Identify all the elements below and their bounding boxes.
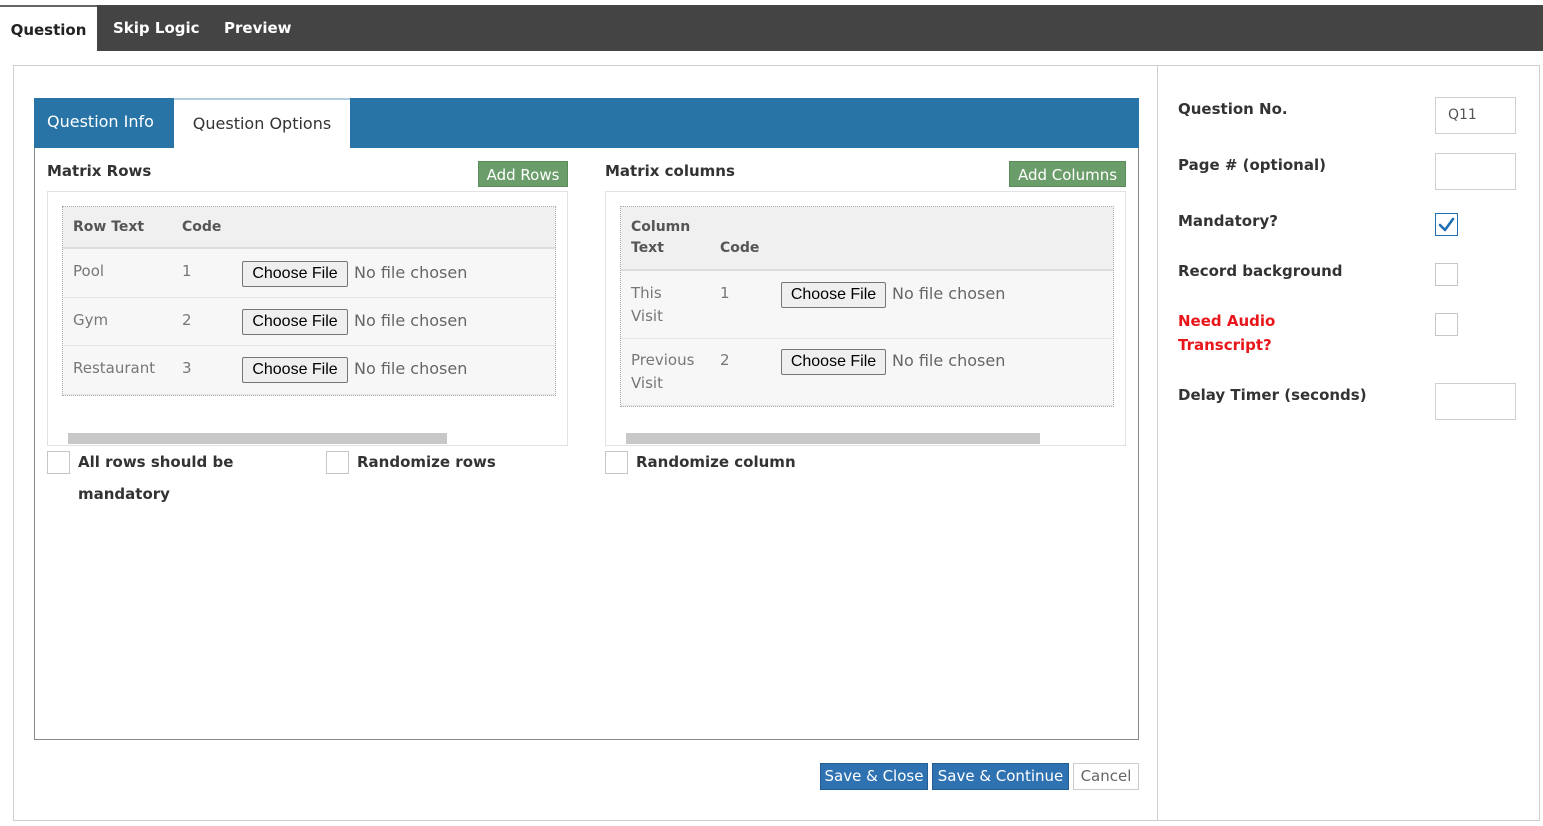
column-text-cell-cont: Visit [631,374,663,392]
randomize-rows-label: Randomize rows [357,453,496,471]
column-code-cell: 1 [720,284,730,302]
choose-file-button[interactable]: Choose File [242,357,348,383]
top-tab-bar: Question Skip Logic Preview [0,5,1543,51]
file-status: No file chosen [354,263,468,282]
horizontal-scrollbar[interactable] [626,433,1040,444]
table-row: Previous Visit 2 Choose File No file cho… [621,339,1113,406]
all-rows-mandatory-label: All rows should be [78,453,234,471]
need-audio-transcript-label-cont: Transcript? [1178,336,1272,354]
tab-skip-logic[interactable]: Skip Logic [113,5,200,51]
randomize-rows-checkbox[interactable] [326,451,349,474]
table-row: Gym 2 Choose File No file chosen [63,298,555,346]
choose-file-button[interactable]: Choose File [781,282,886,308]
row-text-cell: Restaurant [73,359,156,377]
record-background-checkbox[interactable] [1435,263,1458,286]
row-text-cell: Pool [73,262,105,280]
all-rows-mandatory-label-cont: mandatory [78,485,170,503]
matrix-rows-table: Row Text Code Pool 1 Choose File No file… [62,206,556,396]
code-header: Code [720,240,760,256]
add-rows-button[interactable]: Add Rows [478,161,568,187]
matrix-rows-box: Row Text Code Pool 1 Choose File No file… [47,191,568,446]
matrix-rows-title: Matrix Rows [47,162,152,180]
question-no-label: Question No. [1178,100,1288,118]
column-text-cell-cont: Visit [631,307,663,325]
matrix-columns-title: Matrix columns [605,162,735,180]
horizontal-scrollbar[interactable] [68,433,447,444]
matrix-columns-table: Column Text Code This Visit 1 Choose Fil… [620,206,1114,407]
file-status: No file chosen [354,311,468,330]
randomize-column-checkbox[interactable] [605,451,628,474]
file-status: No file chosen [354,359,468,378]
table-row: This Visit 1 Choose File No file chosen [621,271,1113,339]
file-status: No file chosen [892,351,1006,370]
delay-timer-label: Delay Timer (seconds) [1178,386,1367,404]
column-text-cell: Previous [631,351,695,369]
save-continue-button[interactable]: Save & Continue [932,763,1069,790]
question-no-field[interactable]: Q11 [1435,97,1516,134]
row-code-cell: 2 [182,311,192,329]
record-background-label: Record background [1178,262,1343,280]
column-code-cell: 2 [720,351,730,369]
question-settings-panel: Question No. Q11 Page # (optional) Manda… [1157,65,1540,821]
matrix-columns-header: Column Text Code [621,207,1113,271]
delay-timer-field[interactable] [1435,383,1516,420]
row-text-header: Row Text [73,219,145,235]
matrix-rows-header: Row Text Code [63,207,555,249]
save-close-button[interactable]: Save & Close [820,763,928,790]
mandatory-checkbox[interactable] [1435,213,1458,236]
table-row: Pool 1 Choose File No file chosen [63,249,555,298]
cancel-button[interactable]: Cancel [1073,763,1139,790]
row-text-cell: Gym [73,311,109,329]
tab-preview[interactable]: Preview [224,5,292,51]
tab-question-options[interactable]: Question Options [174,98,350,148]
code-header: Code [182,219,222,235]
add-columns-button[interactable]: Add Columns [1009,161,1126,187]
choose-file-button[interactable]: Choose File [242,261,348,287]
randomize-column-label: Randomize column [636,453,796,471]
row-code-cell: 1 [182,262,192,280]
question-editor-panel: Question Info Question Options Matrix Ro… [13,65,1158,821]
tab-question[interactable]: Question [0,5,97,51]
choose-file-button[interactable]: Choose File [242,309,348,335]
need-audio-transcript-checkbox[interactable] [1435,313,1458,336]
page-number-field[interactable] [1435,153,1516,190]
column-text-header: Column [631,219,691,235]
question-options-content: Matrix Rows Add Rows Row Text Code Pool … [34,148,1139,740]
choose-file-button[interactable]: Choose File [781,349,886,375]
column-text-cell: This [631,284,662,302]
matrix-columns-box: Column Text Code This Visit 1 Choose Fil… [605,191,1126,446]
tab-question-info[interactable]: Question Info [47,98,154,148]
row-code-cell: 3 [182,359,192,377]
column-text-header-cont: Text [631,240,664,256]
all-rows-mandatory-checkbox[interactable] [47,451,70,474]
table-row: Restaurant 3 Choose File No file chosen [63,346,555,395]
file-status: No file chosen [892,284,1006,303]
question-inner-tabs: Question Info Question Options [34,98,1139,148]
mandatory-label: Mandatory? [1178,212,1278,230]
page-number-label: Page # (optional) [1178,156,1326,174]
need-audio-transcript-label: Need Audio [1178,312,1276,330]
check-icon [1438,217,1455,232]
